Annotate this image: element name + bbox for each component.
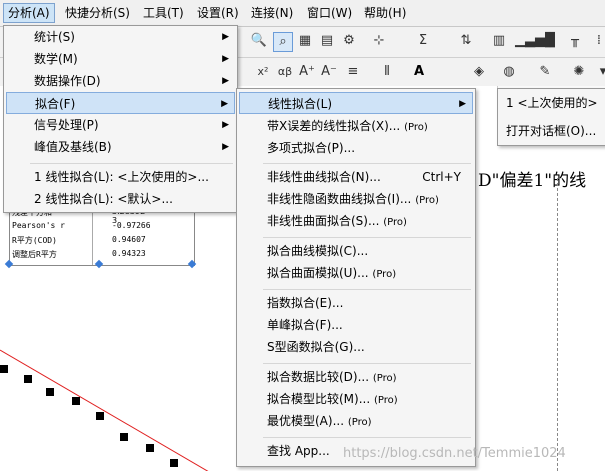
palette-icon[interactable]: ◍: [500, 63, 518, 81]
menu-item-nonlinear-implicit-fit[interactable]: 非线性隐函数曲线拟合(I)... (Pro): [239, 188, 473, 210]
fill-icon[interactable]: ◈: [470, 63, 488, 81]
menu-separator: [263, 163, 471, 164]
column-chart-icon[interactable]: ▐▌: [540, 32, 560, 50]
menu-item-peaks-baseline[interactable]: 峰值及基线(B) ▶: [6, 136, 235, 158]
sigma-icon[interactable]: Σ: [414, 32, 432, 50]
bar-chart-icon[interactable]: ▁▃▅: [515, 32, 545, 50]
box-chart-icon[interactable]: ╥: [566, 32, 584, 50]
data-point: [46, 388, 54, 396]
row-value: 0.94607: [112, 235, 146, 244]
column-divider: [92, 207, 93, 265]
chevron-right-icon: ▶: [222, 54, 229, 64]
gear-icon[interactable]: ⚙: [340, 32, 358, 50]
zoom-icon[interactable]: 🔍: [250, 32, 268, 50]
font-size-down-icon[interactable]: A⁻: [320, 63, 338, 81]
font-size-up-icon[interactable]: A⁺: [298, 63, 316, 81]
row-name: Pearson's r: [12, 221, 65, 230]
analysis-menu: 统计(S) ▶ 数学(M) ▶ 数据操作(D) ▶ 拟合(F) ▶ 信号处理(P) ▶ 峰…: [3, 25, 238, 213]
menu-item-single-peak-fit[interactable]: 单峰拟合(F)...: [239, 314, 473, 336]
chevron-right-icon: ▶: [222, 120, 229, 130]
stats-icon[interactable]: ▥: [490, 32, 508, 50]
menu-separator: [30, 163, 233, 164]
menu-item-statistics[interactable]: 统计(S) ▶: [6, 26, 235, 48]
table-row: R平方(COD) 0.94607: [12, 235, 192, 246]
menu-item-signal-processing[interactable]: 信号处理(P) ▶: [6, 114, 235, 136]
page-boundary: [557, 178, 559, 471]
chevron-right-icon: ▶: [459, 99, 466, 109]
menu-item-compare-models[interactable]: 拟合模型比较(M)... (Pro): [239, 388, 473, 410]
row-name: R平方(COD): [12, 236, 57, 245]
axis-icon[interactable]: ⊹: [370, 32, 388, 50]
menu-item-open-dialog[interactable]: 打开对话框(O)...: [498, 120, 604, 142]
chevron-right-icon: ▶: [222, 32, 229, 42]
row-value: 0.94323: [112, 249, 146, 258]
menu-item-linear-fit[interactable]: 线性拟合(L) ▶: [239, 92, 473, 114]
chevron-right-icon: ▶: [222, 142, 229, 152]
table-row: 调整后R平方 0.94323: [12, 249, 192, 260]
menu-item-nonlinear-curve-fit[interactable]: 非线性曲线拟合(N)... Ctrl+Y: [239, 166, 473, 188]
fit-result-table[interactable]: 残差平方和3.2839E-3 Pearson's r-0.97266 R平方(C…: [9, 206, 195, 266]
menu-item-recent-2[interactable]: 2 线性拟合(L): <默认>...: [6, 188, 235, 210]
menu-item-recent-1[interactable]: 1 线性拟合(L): <上次使用的>...: [6, 166, 235, 188]
fit-line: [0, 349, 209, 471]
scatter-plot: [0, 349, 209, 471]
chevron-right-icon: ▶: [222, 76, 229, 86]
data-point: [24, 375, 32, 383]
menu-analysis[interactable]: 分析(A): [3, 3, 55, 23]
data-point: [96, 412, 104, 420]
menu-bar: 分析(A) 快捷分析(S) 工具(T) 设置(R) 连接(N) 窗口(W) 帮助…: [0, 0, 605, 27]
watermark: https://blog.csdn.net/Temmie1024: [343, 446, 566, 461]
sort-icon[interactable]: ⇅: [457, 32, 475, 50]
menu-item-curve-simulation[interactable]: 拟合曲线模拟(C)...: [239, 240, 473, 262]
row-name: 调整后R平方: [12, 250, 57, 259]
menu-item-best-model[interactable]: 最优模型(A)... (Pro): [239, 410, 473, 432]
data-point: [120, 433, 128, 441]
row-value: -0.97266: [112, 221, 151, 230]
menu-separator: [263, 363, 471, 364]
menu-tools[interactable]: 工具(T): [139, 3, 188, 23]
data-point: [0, 365, 8, 373]
data-point: [146, 444, 154, 452]
scatter-chart-icon[interactable]: ⁞: [590, 32, 605, 50]
menu-separator: [263, 237, 471, 238]
grid-icon[interactable]: ▦: [296, 32, 314, 50]
menu-window[interactable]: 窗口(W): [303, 3, 356, 23]
menu-item-polynomial-fit[interactable]: 多项式拟合(P)...: [239, 137, 473, 159]
menu-connect[interactable]: 连接(N): [247, 3, 297, 23]
pattern-icon[interactable]: ⦀: [378, 63, 396, 81]
table-row: Pearson's r -0.97266: [12, 221, 192, 230]
pen-icon[interactable]: ✎: [536, 63, 554, 81]
menu-item-math[interactable]: 数学(M) ▶: [6, 48, 235, 70]
data-point: [72, 397, 80, 405]
x-squared-icon[interactable]: x²: [254, 63, 272, 81]
menu-quick-analysis[interactable]: 快捷分析(S): [61, 3, 134, 23]
menu-item-fitting[interactable]: 拟合(F) ▶: [6, 92, 235, 114]
worksheet-icon[interactable]: ▤: [318, 32, 336, 50]
sun-icon[interactable]: ✺: [570, 63, 588, 81]
chevron-down-icon[interactable]: ▾: [594, 63, 605, 81]
menu-item-sigmoid-fit[interactable]: S型函数拟合(G)...: [239, 336, 473, 358]
menu-item-data-manipulation[interactable]: 数据操作(D) ▶: [6, 70, 235, 92]
fit-submenu: 线性拟合(L) ▶ 带X误差的线性拟合(X)... (Pro) 多项式拟合(P).…: [236, 88, 476, 467]
alpha-beta-icon[interactable]: αβ: [276, 63, 294, 81]
menu-item-surface-simulation[interactable]: 拟合曲面模拟(U)... (Pro): [239, 262, 473, 284]
zoom-box-icon[interactable]: ⌕: [273, 32, 293, 52]
graph-title: D"偏差1"的线: [478, 171, 587, 191]
menu-help[interactable]: 帮助(H): [360, 3, 410, 23]
linear-fit-submenu: 1 <上次使用的> 打开对话框(O)...: [497, 88, 605, 146]
menu-separator: [263, 289, 471, 290]
menu-item-compare-datasets[interactable]: 拟合数据比较(D)... (Pro): [239, 366, 473, 388]
menu-item-nonlinear-surface-fit[interactable]: 非线性曲面拟合(S)... (Pro): [239, 210, 473, 232]
menu-item-linear-fit-x-error[interactable]: 带X误差的线性拟合(X)... (Pro): [239, 115, 473, 137]
menu-item-exponential-fit[interactable]: 指数拟合(E)...: [239, 292, 473, 314]
menu-separator: [263, 437, 471, 438]
font-color-icon[interactable]: A: [410, 63, 428, 81]
chevron-right-icon: ▶: [221, 99, 228, 109]
menu-settings[interactable]: 设置(R): [193, 3, 243, 23]
align-icon[interactable]: ≡: [344, 63, 362, 81]
data-point: [170, 459, 178, 467]
menu-item-last-used[interactable]: 1 <上次使用的>: [498, 92, 604, 114]
